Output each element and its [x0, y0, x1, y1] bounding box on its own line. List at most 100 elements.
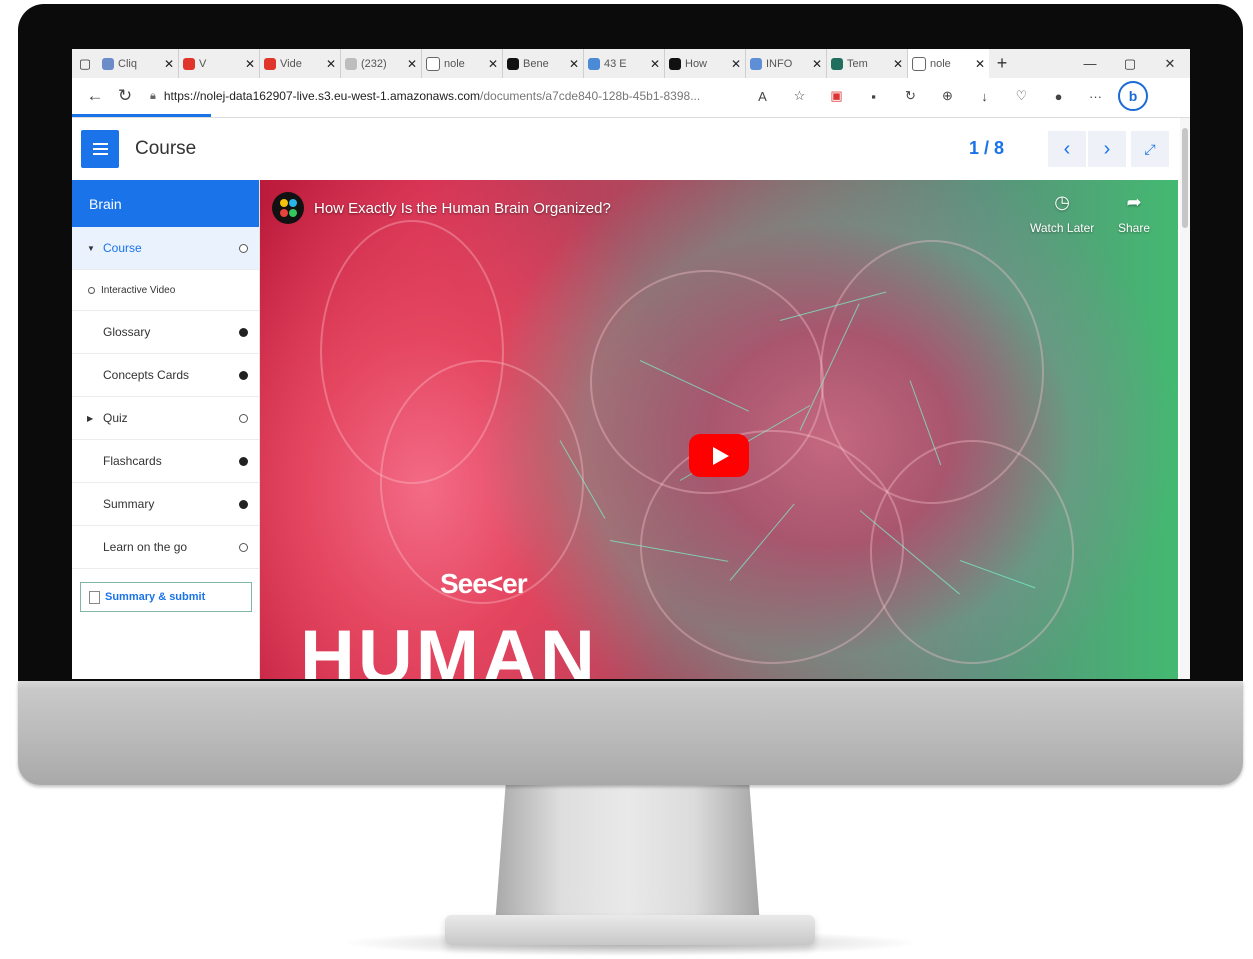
video-headline-text: HUMAN — [300, 615, 598, 680]
url-field[interactable]: 🔒︎ https://nolej-data162907-live.s3.eu-w… — [150, 89, 730, 103]
bing-icon[interactable]: b — [1118, 81, 1148, 111]
video-icon — [264, 57, 276, 70]
caret-icon[interactable]: ▶ — [87, 414, 93, 423]
health-icon[interactable]: ♡ — [1003, 88, 1040, 104]
sidebar-item[interactable]: ▼ Course — [72, 227, 259, 270]
share-arrow-icon: ➦ — [1126, 192, 1142, 212]
watch-later-button[interactable]: ◷ Watch Later — [1030, 192, 1094, 235]
browser-tab[interactable]: How ✕ — [665, 49, 746, 78]
minimize-icon[interactable]: — — [1070, 56, 1110, 72]
sidebar-item-label: Course — [103, 241, 142, 255]
close-tab-icon[interactable]: ✕ — [164, 57, 174, 71]
more-options-icon[interactable]: ··· — [1077, 89, 1114, 104]
sidebar-item[interactable]: ▶ Quiz — [72, 397, 259, 440]
close-tab-icon[interactable]: ✕ — [245, 57, 255, 71]
monitor-stand-base — [445, 915, 815, 945]
close-tab-icon[interactable]: ✕ — [975, 57, 985, 71]
close-tab-icon[interactable]: ✕ — [893, 57, 903, 71]
close-tab-icon[interactable]: ✕ — [407, 57, 417, 71]
page-scrollbar[interactable] — [1180, 118, 1190, 679]
sidebar-item[interactable]: Learn on the go — [72, 526, 259, 569]
sidebar-item[interactable]: Glossary — [72, 311, 259, 354]
browser-tab[interactable]: (232) ✕ — [341, 49, 422, 78]
next-page-button[interactable]: › — [1088, 131, 1126, 167]
incomplete-circle-icon — [239, 243, 248, 253]
sidebar-item[interactable]: Flashcards — [72, 440, 259, 483]
fullscreen-button[interactable]: ⤢ — [1131, 131, 1169, 167]
prev-page-button[interactable]: ‹ — [1048, 131, 1086, 167]
browser-tab[interactable]: INFO ✕ — [746, 49, 827, 78]
id-extension-icon[interactable]: ▪ — [855, 89, 892, 104]
chevron-right-icon: › — [1103, 137, 1111, 160]
document-icon — [912, 56, 926, 71]
youtube-play-button[interactable] — [689, 434, 749, 477]
brain-fold — [870, 440, 1074, 664]
browser-tab[interactable]: Bene ✕ — [503, 49, 584, 78]
globe-icon — [831, 57, 843, 70]
extension-icon[interactable]: ▣ — [818, 88, 855, 104]
favorite-star-icon[interactable]: ☆ — [781, 88, 818, 104]
summary-submit-label: Summary & submit — [105, 591, 206, 603]
browser-tab-label: Bene — [523, 57, 549, 70]
caret-icon[interactable]: ▼ — [87, 244, 95, 253]
new-tab-button[interactable]: + — [989, 53, 1015, 74]
circle-icon — [669, 57, 681, 70]
monitor-stand-neck — [495, 785, 760, 925]
browser-tab[interactable]: Tem ✕ — [827, 49, 908, 78]
sidebar-item-label: Concepts Cards — [103, 368, 190, 382]
channel-logo[interactable] — [272, 192, 304, 224]
page-counter: 1 / 8 — [969, 138, 1004, 159]
course-sidebar: Brain ▼ Course Interactive Video Glossary Co… — [72, 180, 260, 679]
url-host: https://nolej-data162907-live.s3.eu-west… — [163, 89, 481, 103]
monitor-chin — [18, 681, 1243, 785]
back-arrow-icon[interactable]: ← — [80, 86, 110, 106]
browser-tab[interactable]: V ✕ — [179, 49, 260, 78]
scrollbar-thumb[interactable] — [1182, 128, 1188, 228]
browser-tab[interactable]: Vide ✕ — [260, 49, 341, 78]
browser-tab-bar: ▢ Cliq ✕ V ✕ Vide ✕ (232) ✕ nole ✕ Bene ✕ 43 E ✕ How ✕ I… — [72, 49, 1190, 78]
close-tab-icon[interactable]: ✕ — [488, 57, 498, 71]
browser-tab-label: (232) — [361, 57, 387, 70]
browser-tab[interactable]: nole ✕ — [422, 49, 503, 78]
chevron-left-icon: ‹ — [1063, 137, 1071, 160]
browser-tab[interactable]: Cliq ✕ — [98, 49, 179, 78]
browser-tab-label: Tem — [847, 57, 868, 70]
sidebar-item[interactable]: Interactive Video — [72, 270, 259, 311]
close-tab-icon[interactable]: ✕ — [326, 57, 336, 71]
close-tab-icon[interactable]: ✕ — [731, 57, 741, 71]
maximize-icon[interactable]: ▢ — [1110, 56, 1150, 72]
refresh-icon[interactable]: ↻ — [110, 86, 140, 106]
browser-tab[interactable]: 43 E ✕ — [584, 49, 665, 78]
fullscreen-icon: ⤢ — [1144, 140, 1156, 157]
channel-brand-text: See<er — [440, 568, 528, 599]
browser-tab[interactable]: nole ✕ — [908, 49, 989, 78]
close-tab-icon[interactable]: ✕ — [569, 57, 579, 71]
completed-dot-icon — [239, 370, 248, 380]
document-icon — [426, 56, 440, 71]
browser-tab-label: How — [685, 57, 708, 70]
chat-icon — [102, 57, 114, 70]
incomplete-circle-icon — [239, 542, 248, 552]
share-button[interactable]: ➦ Share — [1118, 192, 1150, 235]
video-title[interactable]: How Exactly Is the Human Brain Organized… — [314, 200, 611, 217]
profile-avatar[interactable]: ● — [1040, 89, 1077, 104]
browser-tab-label: Vide — [280, 57, 302, 70]
read-aloud-icon[interactable]: A — [744, 89, 781, 104]
browser-tab-label: INFO — [766, 57, 793, 70]
collections-icon[interactable]: ⊕ — [929, 88, 966, 104]
close-tab-icon[interactable]: ✕ — [650, 57, 660, 71]
sidebar-item-label: Quiz — [103, 411, 128, 425]
sync-icon[interactable]: ↻ — [892, 88, 929, 104]
window-controls: — ▢ ✕ — [1070, 56, 1190, 72]
hamburger-menu-button[interactable] — [81, 130, 119, 168]
summary-submit-button[interactable]: Summary & submit — [80, 582, 252, 612]
sidebar-item[interactable]: Summary — [72, 483, 259, 526]
tab-actions-icon[interactable]: ▢ — [72, 49, 98, 78]
close-tab-icon[interactable]: ✕ — [812, 57, 822, 71]
sidebar-header[interactable]: Brain — [72, 180, 259, 227]
close-window-icon[interactable]: ✕ — [1150, 56, 1190, 72]
sidebar-item[interactable]: Concepts Cards — [72, 354, 259, 397]
address-bar-actions: A ☆ ▣ ▪ ↻ ⊕ ↓ ♡ ● ··· b — [744, 81, 1148, 111]
video-player[interactable]: How Exactly Is the Human Brain Organized… — [260, 180, 1178, 679]
downloads-icon[interactable]: ↓ — [966, 89, 1003, 104]
